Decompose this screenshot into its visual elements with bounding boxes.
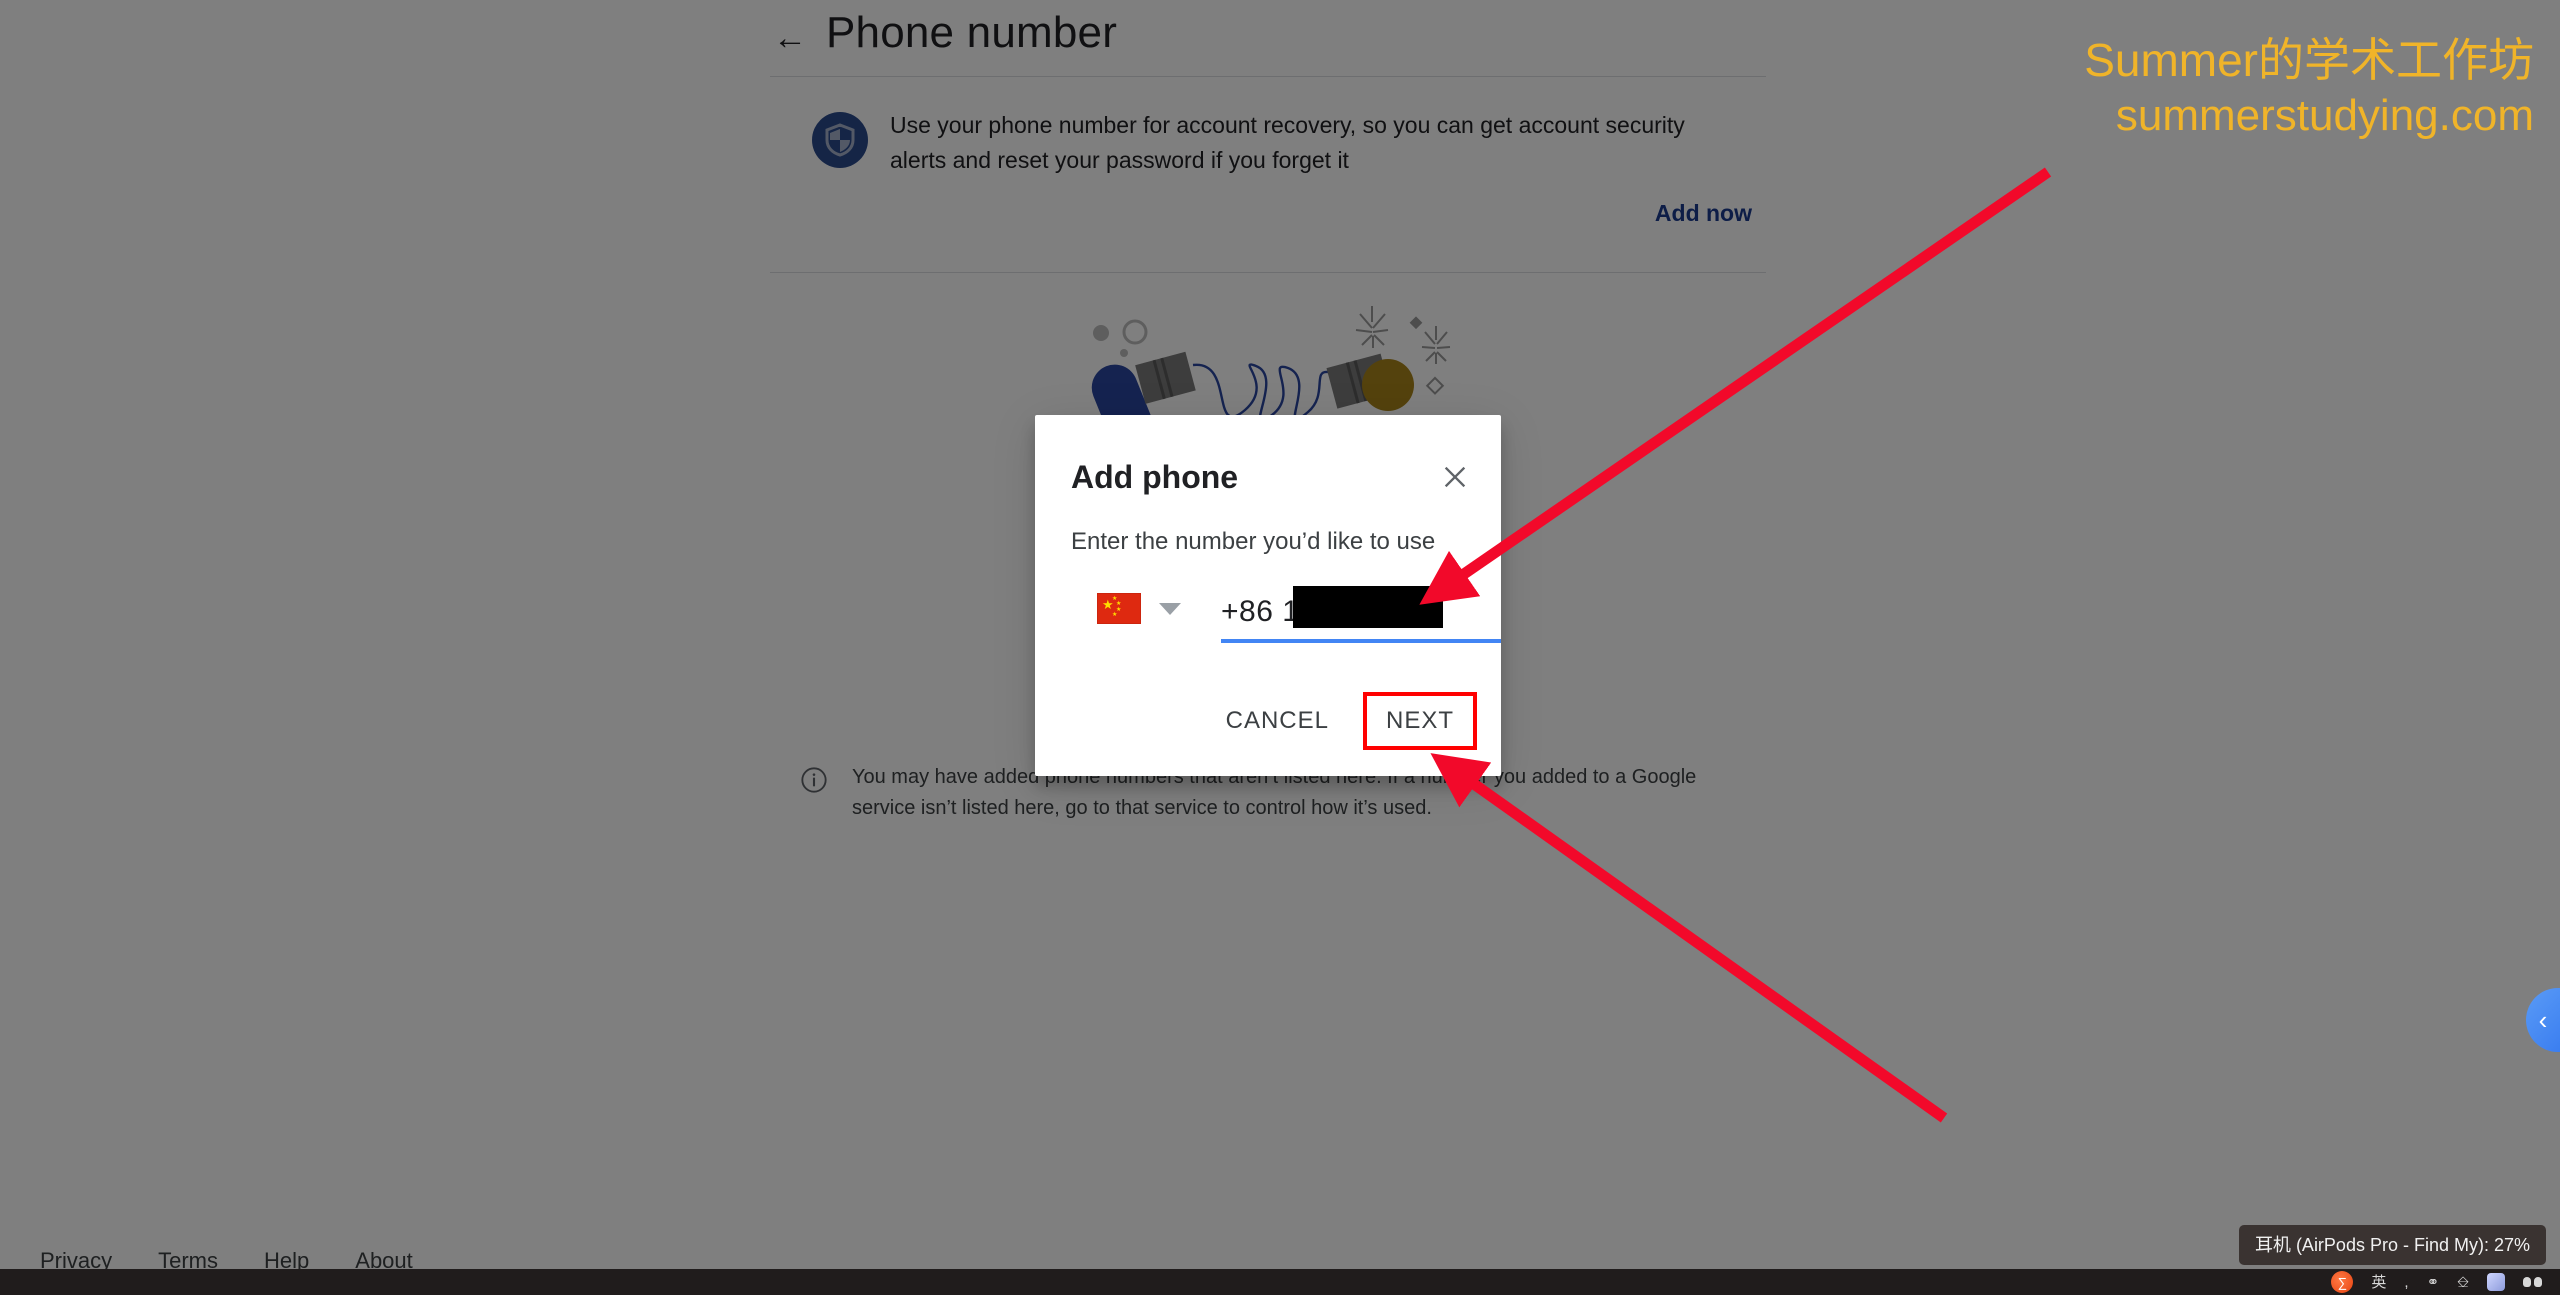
field-underline: [1221, 639, 1501, 643]
chevron-down-icon[interactable]: [1159, 603, 1181, 615]
dialog-actions: CANCEL NEXT: [1210, 692, 1477, 750]
next-button[interactable]: NEXT: [1370, 697, 1470, 745]
add-phone-dialog: Add phone Enter the number you’d like to…: [1035, 415, 1501, 776]
lightbulb-icon[interactable]: ⚭: [2427, 1275, 2440, 1290]
watermark-line2: summerstudying.com: [2115, 91, 2534, 140]
keyboard-icon[interactable]: ⎒: [2457, 1275, 2469, 1290]
close-icon[interactable]: [1435, 457, 1475, 497]
swatch-icon[interactable]: [2487, 1273, 2505, 1291]
comma-icon[interactable]: ,: [2404, 1275, 2408, 1290]
watermark: Summer的学术工作坊 summerstudying.com: [2084, 32, 2534, 144]
phone-number-field[interactable]: +86 19: [1221, 581, 1501, 647]
system-tray: ∑ 英 , ⚭ ⎒: [2331, 1269, 2554, 1295]
redaction-box: [1293, 586, 1443, 628]
browser-icon[interactable]: ∑: [2331, 1271, 2354, 1293]
battery-tooltip: 耳机 (AirPods Pro - Find My): 27%: [2238, 1225, 2546, 1265]
watermark-line1: Summer的学术工作坊: [2084, 34, 2534, 86]
airpods-icon[interactable]: [2523, 1277, 2542, 1287]
dialog-subtitle: Enter the number you’d like to use: [1071, 528, 1436, 555]
next-button-highlight: NEXT: [1362, 692, 1477, 750]
dialog-title: Add phone: [1071, 459, 1239, 495]
cancel-button[interactable]: CANCEL: [1210, 697, 1345, 745]
taskbar: ∑ 英 , ⚭ ⎒: [0, 1269, 2560, 1295]
china-flag-icon[interactable]: ★ ★ ★ ★ ★: [1097, 593, 1141, 624]
input-method-icon[interactable]: 英: [2371, 1275, 2386, 1290]
phone-input-row: ★ ★ ★ ★ ★ +86 19: [1071, 581, 1501, 647]
